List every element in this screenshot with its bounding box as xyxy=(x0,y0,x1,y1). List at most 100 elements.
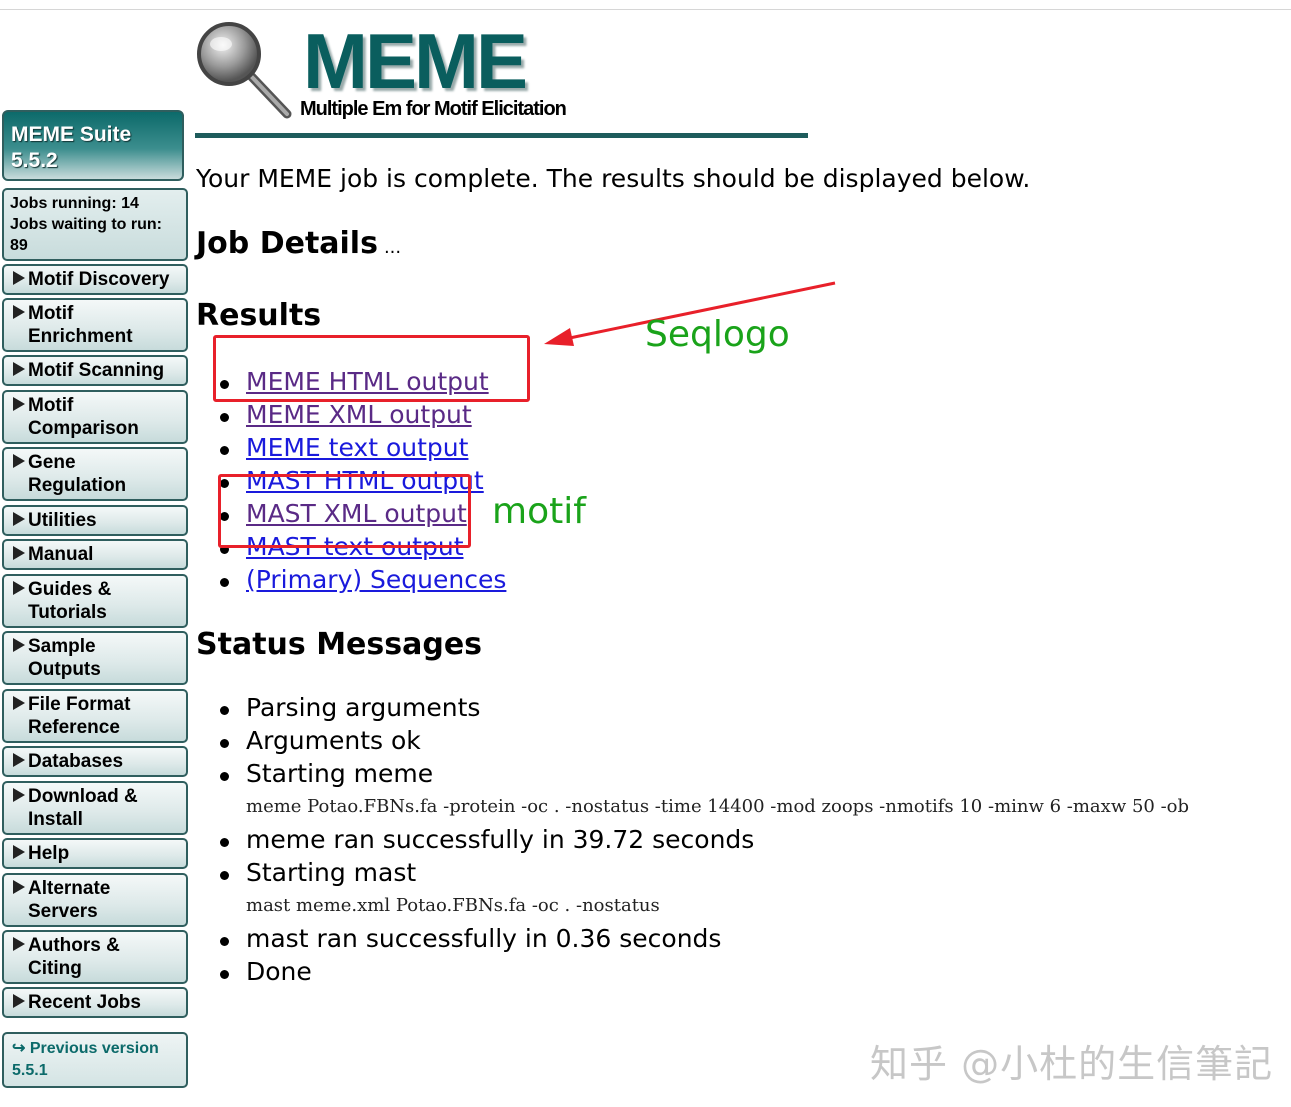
sidebar-item-motif-enrichment[interactable]: Motif Enrichment xyxy=(2,298,188,352)
status-message: Starting meme xyxy=(218,757,1189,790)
sidebar-item-label: Alternate xyxy=(28,878,111,899)
list-item: MEME XML output xyxy=(218,398,506,431)
top-divider xyxy=(0,9,1291,10)
job-details-ellipsis: ... xyxy=(383,237,402,258)
sidebar-item-label: Citing xyxy=(28,958,82,979)
status-message: meme ran successfully in 39.72 seconds xyxy=(218,823,1189,856)
expand-arrow-icon xyxy=(13,788,25,802)
expand-arrow-icon xyxy=(13,362,25,376)
magnifying-glass-icon xyxy=(197,22,292,119)
sidebar-item-label: Authors & xyxy=(28,935,120,956)
sidebar-item-label: Databases xyxy=(28,751,124,772)
suite-name: MEME Suite xyxy=(11,123,132,146)
job-details-heading[interactable]: Job Details... xyxy=(196,226,401,261)
suite-title[interactable]: MEME Suite 5.5.2 xyxy=(2,110,184,181)
suite-version: 5.5.2 xyxy=(11,149,58,172)
expand-arrow-icon xyxy=(13,696,25,710)
expand-arrow-icon xyxy=(13,994,25,1008)
sidebar-item-help[interactable]: Help xyxy=(2,838,188,869)
list-item: (Primary) Sequences xyxy=(218,563,506,596)
sidebar-item-label: Tutorials xyxy=(28,602,107,623)
logo-title: MEME xyxy=(303,17,528,105)
expand-arrow-icon xyxy=(13,937,25,951)
sidebar-item-authors-citing[interactable]: Authors & Citing xyxy=(2,930,188,984)
expand-arrow-icon xyxy=(13,845,25,859)
previous-version-number: 5.5.1 xyxy=(12,1062,48,1079)
expand-arrow-icon xyxy=(13,638,25,652)
sidebar-item-label: Reference xyxy=(28,717,120,738)
expand-arrow-icon xyxy=(13,305,25,319)
results-heading: Results xyxy=(196,298,322,333)
logo-subtitle: Multiple Em for Motif Elicitation xyxy=(300,98,567,120)
expand-arrow-icon xyxy=(13,271,25,285)
annotation-motif: motif xyxy=(492,491,586,532)
status-message: Arguments ok xyxy=(218,724,1189,757)
expand-arrow-icon xyxy=(13,581,25,595)
sidebar-item-label: Download & xyxy=(28,786,138,807)
sidebar-item-label: Manual xyxy=(28,544,94,565)
sidebar-item-sample-outputs[interactable]: Sample Outputs xyxy=(2,631,188,685)
sidebar-item-label: Motif xyxy=(28,303,74,324)
meme-command-line: meme Potao.FBNs.fa -protein -oc . -nosta… xyxy=(246,796,1190,817)
expand-arrow-icon xyxy=(13,546,25,560)
job-status-box: Jobs running: 14 Jobs waiting to run: 89 xyxy=(2,188,188,261)
sidebar-item-label: Motif Discovery xyxy=(28,269,170,290)
sidebar-item-motif-scanning[interactable]: Motif Scanning xyxy=(2,355,188,386)
sidebar-item-label: Sample xyxy=(28,636,96,657)
watermark: 知乎 @小杜的生信筆記 xyxy=(870,1042,1274,1086)
sidebar-item-label: Regulation xyxy=(28,475,127,496)
sidebar-item-motif-comparison[interactable]: Motif Comparison xyxy=(2,390,188,444)
sidebar-item-label: Utilities xyxy=(28,510,97,531)
status-message: Starting mast xyxy=(218,856,1189,889)
expand-arrow-icon xyxy=(13,753,25,767)
job-complete-message: Your MEME job is complete. The results s… xyxy=(196,164,1031,193)
sidebar-item-label: Help xyxy=(28,843,70,864)
previous-version-link[interactable]: ↪ Previous version 5.5.1 xyxy=(2,1032,188,1088)
sidebar-item-utilities[interactable]: Utilities xyxy=(2,505,188,536)
meme-text-output-link[interactable]: MEME text output xyxy=(246,433,468,462)
jobs-waiting-label: Jobs waiting to run: xyxy=(10,216,162,233)
sidebar-item-label: File Format xyxy=(28,694,131,715)
sidebar-item-label: Motif xyxy=(28,395,74,416)
sidebar-item-gene-regulation[interactable]: Gene Regulation xyxy=(2,447,188,501)
meme-logo: MEME Multiple Em for Motif Elicitation xyxy=(195,20,815,140)
list-item: MEME text output xyxy=(218,431,506,464)
annotation-box-mast-xml xyxy=(218,474,471,548)
mast-command-line: mast meme.xml Potao.FBNs.fa -oc . -nosta… xyxy=(246,895,660,916)
status-message: mast ran successfully in 0.36 seconds xyxy=(218,922,1189,955)
sidebar-item-guides-tutorials[interactable]: Guides & Tutorials xyxy=(2,574,188,628)
sidebar-item-alternate-servers[interactable]: Alternate Servers xyxy=(2,873,188,927)
sidebar-item-label: Gene xyxy=(28,452,76,473)
job-details-label: Job Details xyxy=(196,226,378,261)
sidebar-item-label: Recent Jobs xyxy=(28,992,141,1013)
sidebar-item-databases[interactable]: Databases xyxy=(2,746,188,777)
sidebar-item-recent-jobs[interactable]: Recent Jobs xyxy=(2,987,188,1018)
sidebar-item-label: Outputs xyxy=(28,659,101,680)
status-message: Done xyxy=(218,955,1189,988)
expand-arrow-icon xyxy=(13,880,25,894)
jobs-waiting-count: 89 xyxy=(10,237,28,254)
meme-xml-output-link[interactable]: MEME XML output xyxy=(246,400,472,429)
annotation-box-meme-html xyxy=(213,335,530,402)
status-message: Parsing arguments xyxy=(218,691,1189,724)
previous-version-label: ↪ Previous version xyxy=(12,1040,159,1057)
sidebar-item-label: Comparison xyxy=(28,418,139,439)
expand-arrow-icon xyxy=(13,397,25,411)
sidebar-item-label: Enrichment xyxy=(28,326,133,347)
annotation-seqlogo: Seqlogo xyxy=(645,314,790,355)
sidebar-item-label: Install xyxy=(28,809,83,830)
sidebar-item-manual[interactable]: Manual xyxy=(2,539,188,570)
sidebar-item-motif-discovery[interactable]: Motif Discovery xyxy=(2,264,188,295)
sidebar-item-download-install[interactable]: Download & Install xyxy=(2,781,188,835)
status-messages-list: Parsing arguments Arguments ok Starting … xyxy=(218,691,1189,988)
sidebar-item-label: Servers xyxy=(28,901,98,922)
status-messages-heading: Status Messages xyxy=(196,627,483,662)
sidebar-item-label: Motif Scanning xyxy=(28,360,165,381)
expand-arrow-icon xyxy=(13,512,25,526)
sidebar-item-label: Guides & xyxy=(28,579,112,600)
jobs-running: Jobs running: 14 xyxy=(10,195,139,212)
logo-underline xyxy=(195,133,808,138)
primary-sequences-link[interactable]: (Primary) Sequences xyxy=(246,565,506,594)
sidebar-item-file-format-reference[interactable]: File Format Reference xyxy=(2,689,188,743)
expand-arrow-icon xyxy=(13,454,25,468)
